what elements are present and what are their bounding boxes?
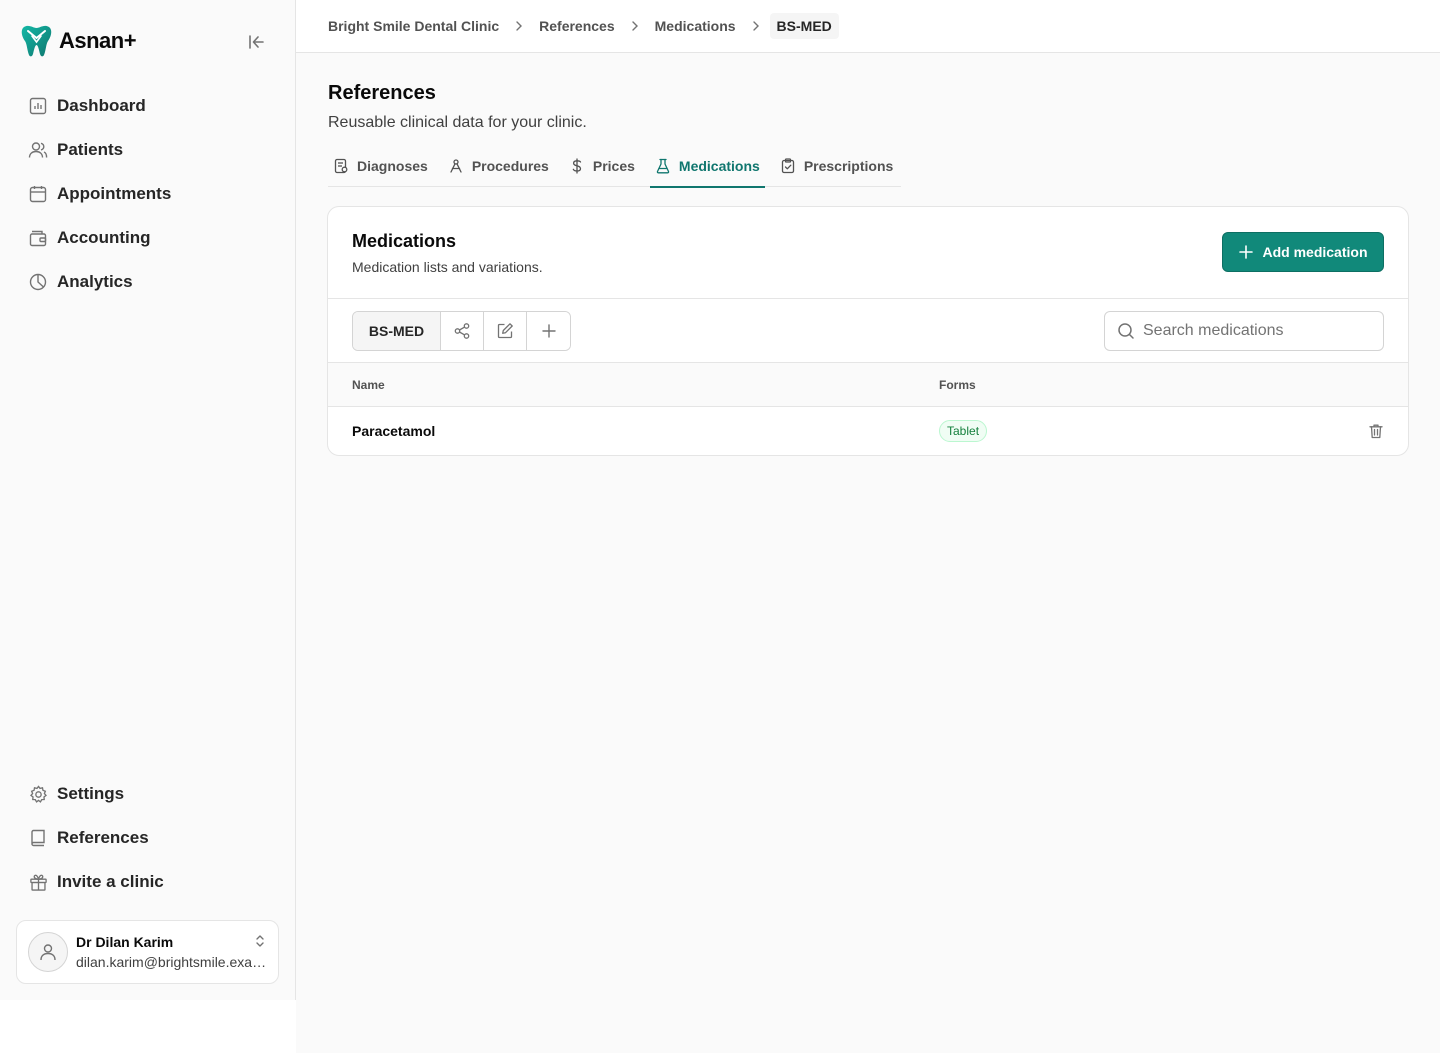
users-icon — [28, 140, 48, 160]
chevron-right-icon — [615, 20, 655, 32]
tooth-logo-icon — [21, 25, 52, 57]
search-medications[interactable] — [1104, 311, 1384, 351]
sidebar-item-settings[interactable]: Settings — [16, 772, 280, 816]
sidebar: Asnan+ Dashboard Patients Appointments A… — [0, 0, 296, 1000]
main-nav: Dashboard Patients Appointments Accounti… — [16, 84, 280, 304]
sidebar-item-invite-clinic[interactable]: Invite a clinic — [16, 860, 280, 904]
chevron-right-icon — [499, 20, 539, 32]
sidebar-item-label: Invite a clinic — [57, 872, 164, 891]
plus-icon — [1239, 245, 1254, 259]
sidebar-item-patients[interactable]: Patients — [16, 128, 280, 172]
list-button-group: BS-MED — [352, 311, 571, 351]
wallet-icon — [28, 228, 48, 248]
pie-chart-icon — [28, 272, 48, 292]
calendar-icon — [28, 184, 48, 204]
app-name: Asnan+ — [59, 28, 137, 53]
sidebar-item-appointments[interactable]: Appointments — [16, 172, 280, 216]
clipboard-text-icon — [333, 158, 349, 174]
sidebar-item-label: Settings — [57, 784, 125, 803]
tab-procedures[interactable]: Procedures — [443, 144, 554, 187]
column-header-forms[interactable]: Forms — [939, 378, 976, 392]
card-description: Medication lists and variations. — [352, 259, 543, 275]
medications-card: Medications Medication lists and variati… — [327, 206, 1409, 456]
form-badge: Tablet — [939, 420, 988, 442]
secondary-nav: Settings References Invite a clinic — [16, 772, 280, 904]
trash-icon — [1369, 424, 1383, 439]
sidebar-item-analytics[interactable]: Analytics — [16, 260, 280, 304]
table-row[interactable]: Paracetamol Tablet — [328, 407, 1408, 455]
column-header-name[interactable]: Name — [352, 378, 385, 392]
share-list-button[interactable] — [441, 312, 484, 350]
sidebar-item-label: Patients — [57, 140, 124, 159]
list-selector-button[interactable]: BS-MED — [353, 312, 441, 350]
chart-icon — [28, 96, 48, 116]
book-icon — [28, 828, 48, 848]
search-icon — [1118, 323, 1134, 339]
page-subtitle: Reusable clinical data for your clinic. — [328, 114, 587, 131]
collapse-sidebar-button[interactable] — [244, 30, 268, 54]
breadcrumb: Bright Smile Dental Clinic References Me… — [328, 12, 839, 40]
tab-label: Medications — [678, 157, 760, 174]
sidebar-item-accounting[interactable]: Accounting — [16, 216, 280, 260]
tab-label: Prescriptions — [803, 157, 894, 174]
share-icon — [454, 323, 470, 339]
sidebar-item-label: Appointments — [57, 184, 172, 203]
user-menu[interactable]: Dr Dilan Karim dilan.karim@brightsmile.e… — [16, 920, 279, 984]
tool-icon — [448, 158, 464, 174]
sidebar-item-dashboard[interactable]: Dashboard — [16, 84, 280, 128]
breadcrumb-references[interactable]: References — [539, 18, 615, 34]
medications-toolbar: BS-MED — [328, 298, 1408, 363]
user-email: dilan.karim@brightsmile.example — [76, 954, 270, 970]
page-title: References — [328, 82, 436, 104]
user-icon — [40, 944, 56, 961]
user-info: Dr Dilan Karim dilan.karim@brightsmile.e… — [76, 934, 270, 970]
collapse-left-icon — [249, 35, 264, 49]
brand[interactable]: Asnan+ — [20, 24, 137, 58]
gear-icon — [28, 784, 48, 804]
dollar-icon — [569, 157, 585, 174]
edit-list-button[interactable] — [484, 312, 527, 350]
delete-row-button[interactable] — [1368, 423, 1384, 439]
tab-medications[interactable]: Medications — [649, 144, 765, 188]
add-list-button[interactable] — [527, 312, 570, 350]
sidebar-footer-space — [0, 1000, 296, 1053]
search-input[interactable] — [1143, 322, 1363, 340]
edit-icon — [497, 323, 513, 339]
card-title: Medications — [352, 231, 457, 251]
reference-tabs: Diagnoses Procedures Prices Medications … — [328, 144, 901, 188]
medication-name: Paracetamol — [352, 423, 436, 439]
avatar — [28, 932, 68, 972]
breadcrumb-current: BS-MED — [769, 13, 839, 39]
add-medication-button[interactable]: Add medication — [1222, 232, 1384, 272]
tab-label: Prices — [592, 157, 635, 174]
sidebar-item-label: Analytics — [57, 272, 133, 291]
table-header: Name Forms — [328, 363, 1408, 407]
tab-prescriptions[interactable]: Prescriptions — [775, 144, 898, 187]
flask-icon — [655, 158, 671, 174]
plus-icon — [541, 324, 556, 338]
tab-label: Diagnoses — [357, 157, 428, 174]
tab-diagnoses[interactable]: Diagnoses — [328, 144, 433, 187]
sidebar-item-label: Dashboard — [57, 96, 146, 115]
user-name: Dr Dilan Karim — [76, 934, 174, 950]
sidebar-item-label: Accounting — [57, 228, 151, 247]
top-bar: Bright Smile Dental Clinic References Me… — [296, 0, 1440, 53]
add-medication-label: Add medication — [1262, 244, 1368, 260]
breadcrumb-medications[interactable]: Medications — [655, 18, 736, 34]
clipboard-check-icon — [780, 157, 796, 174]
breadcrumb-clinic[interactable]: Bright Smile Dental Clinic — [328, 18, 499, 34]
sidebar-item-references[interactable]: References — [16, 816, 280, 860]
tab-prices[interactable]: Prices — [564, 144, 640, 187]
sidebar-item-label: References — [57, 828, 149, 847]
chevron-up-down-icon — [254, 933, 266, 954]
gift-icon — [28, 872, 48, 892]
tab-label: Procedures — [471, 157, 549, 174]
